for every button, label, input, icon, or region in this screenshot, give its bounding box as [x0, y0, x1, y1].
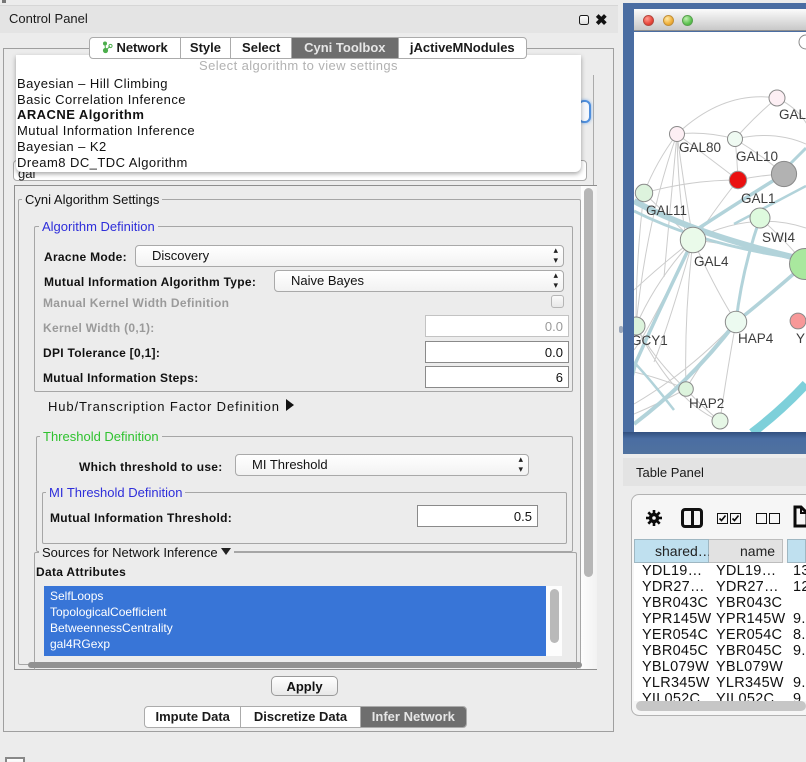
svg-text:GAL1: GAL1 — [741, 191, 776, 206]
svg-text:SWI4: SWI4 — [762, 230, 795, 245]
svg-text:GAL10: GAL10 — [736, 149, 778, 164]
svg-text:GCY1: GCY1 — [634, 333, 668, 348]
svg-text:GAL80: GAL80 — [679, 140, 721, 155]
svg-text:HAP4: HAP4 — [738, 331, 774, 346]
svg-text:GAL11: GAL11 — [646, 203, 687, 218]
svg-text:Y: Y — [796, 331, 805, 346]
svg-text:GAL: GAL — [779, 107, 806, 122]
svg-text:HAP2: HAP2 — [689, 396, 724, 411]
svg-text:GAL4: GAL4 — [694, 254, 729, 269]
